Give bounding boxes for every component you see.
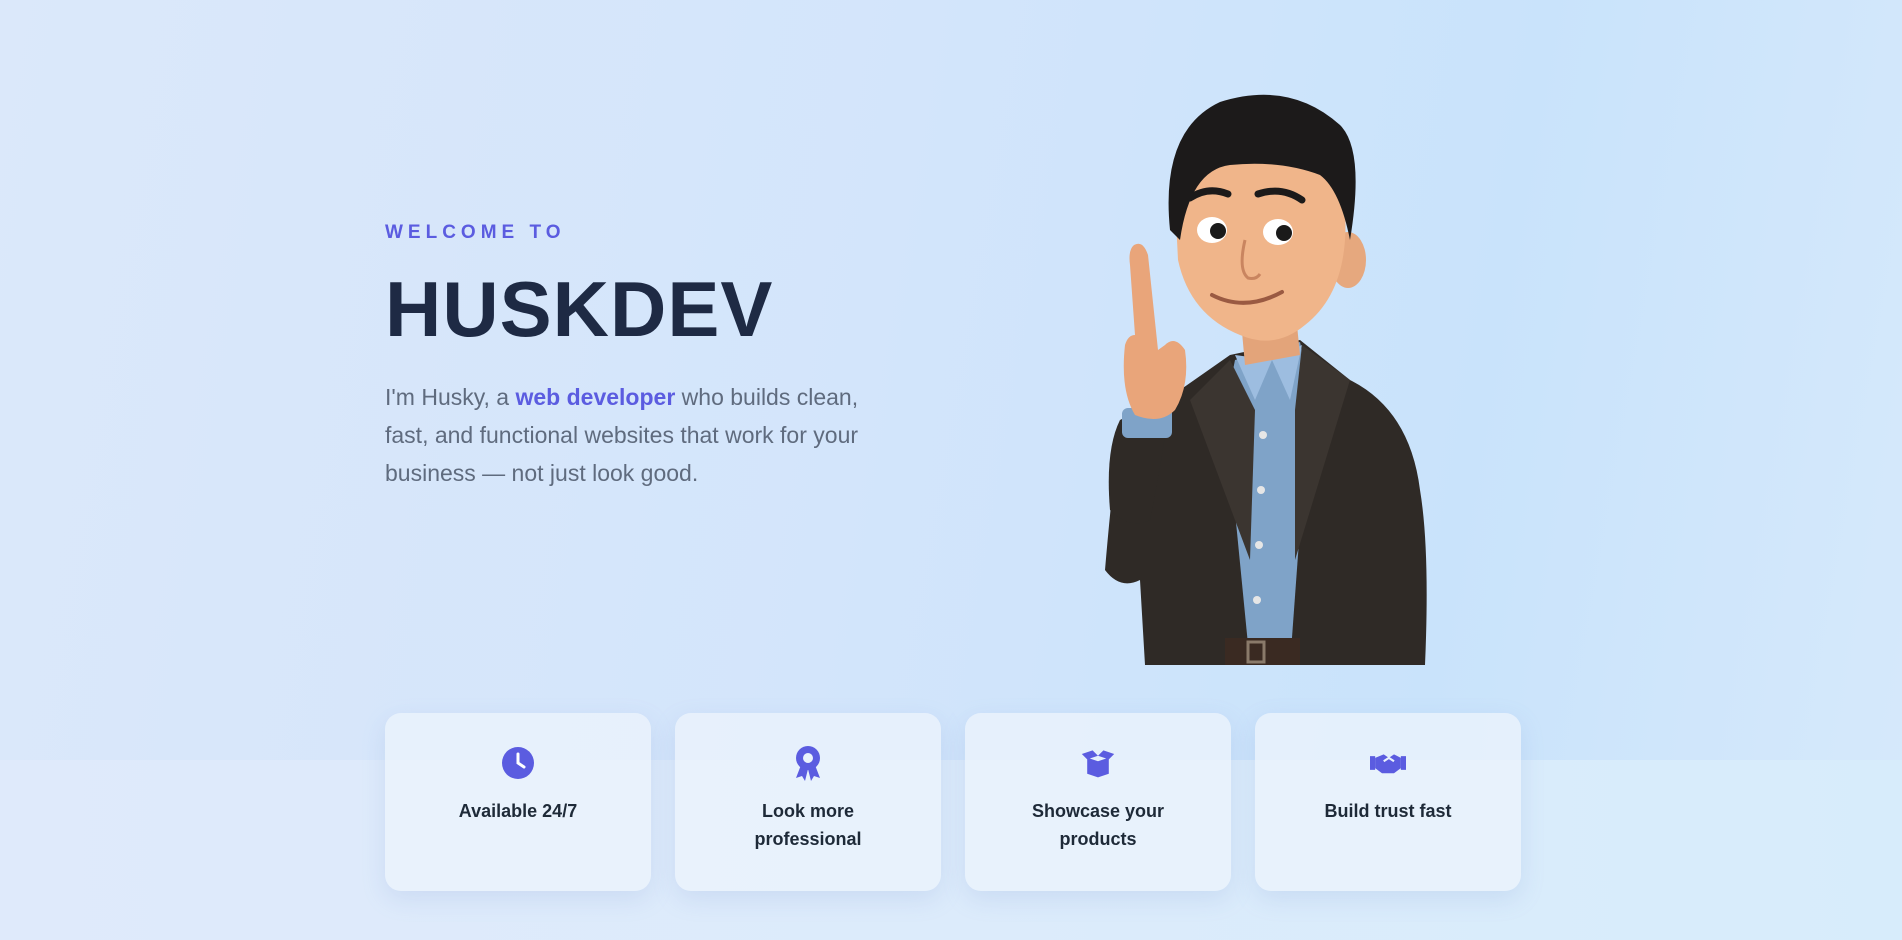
hero-description: I'm Husky, a web developer who builds cl… [385,378,905,492]
award-ribbon-icon [790,745,826,781]
feature-label: Build trust fast [1324,801,1452,821]
clock-icon [500,745,536,781]
handshake-icon [1370,745,1406,781]
desc-highlight: web developer [515,384,676,410]
open-box-icon [1080,745,1116,781]
feature-cards: Available 24/7 Look more professional Sh… [385,713,1521,891]
feature-card-showcase: Showcase your products [965,713,1231,891]
hero-eyebrow: WELCOME TO [385,222,566,243]
desc-text-start: I'm Husky, a [385,384,516,410]
developer-avatar-illustration [1050,90,1440,665]
hero-title: HUSKDEV [385,265,774,353]
feature-label: Look more professional [754,801,862,849]
feature-label: Available 24/7 [458,801,578,821]
feature-card-professional: Look more professional [675,713,941,891]
feature-label: Showcase your products [1031,801,1165,849]
hero-section: WELCOME TO HUSKDEV I'm Husky, a web deve… [385,222,905,492]
feature-card-available: Available 24/7 [385,713,651,891]
feature-card-trust: Build trust fast [1255,713,1521,891]
